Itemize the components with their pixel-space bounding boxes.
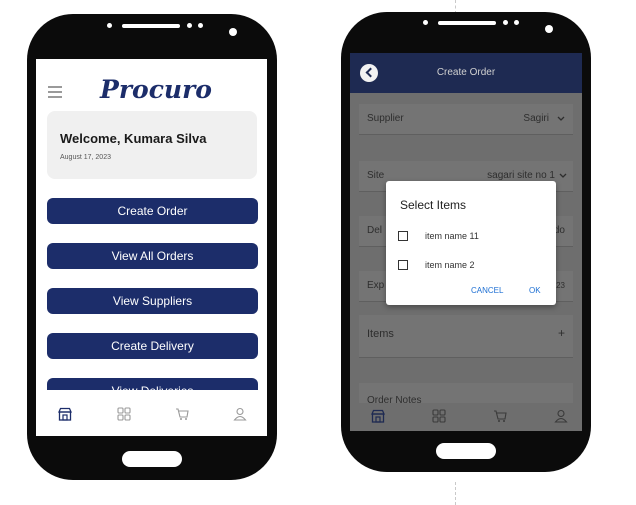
speaker-grille <box>122 24 180 28</box>
item-checkbox[interactable] <box>398 260 408 270</box>
grid-icon[interactable] <box>432 408 446 427</box>
back-arrow-icon[interactable] <box>360 64 378 82</box>
supplier-field[interactable]: Supplier Sagiri <box>359 104 573 135</box>
create-order-screen: Create Order Supplier Sagiri Site sagari… <box>350 53 582 431</box>
ok-button[interactable]: OK <box>529 286 541 295</box>
create-order-button[interactable]: Create Order <box>47 198 258 224</box>
bottom-nav <box>350 403 582 431</box>
item-label: item name 11 <box>425 231 479 241</box>
store-icon[interactable] <box>371 408 385 427</box>
sensor-dot <box>107 23 112 28</box>
cart-icon[interactable] <box>493 408 507 427</box>
cancel-button[interactable]: CANCEL <box>471 286 503 295</box>
sensor-dot <box>514 20 519 25</box>
hardware-home-button[interactable] <box>122 451 182 467</box>
sensor-dot <box>187 23 192 28</box>
items-field[interactable]: Items + <box>359 315 573 358</box>
dialog-item-2[interactable]: item name 2 <box>398 258 475 272</box>
grid-icon[interactable] <box>117 406 131 421</box>
delivery-label: Del <box>367 225 383 236</box>
speaker-grille <box>438 21 496 25</box>
supplier-label: Supplier <box>367 113 404 124</box>
sensor-dot <box>503 20 508 25</box>
select-items-dialog: Select Items item name 11 item name 2 CA… <box>386 181 556 305</box>
hardware-home-button[interactable] <box>436 443 496 459</box>
add-item-icon[interactable]: + <box>558 326 565 340</box>
sensor-dot <box>198 23 203 28</box>
site-label: Site <box>367 170 385 181</box>
phone-frame-home: Procuro Welcome, Kumara Silva August 17,… <box>27 14 277 480</box>
welcome-card: Welcome, Kumara Silva August 17, 2023 <box>47 111 257 179</box>
dialog-item-1[interactable]: item name 11 <box>398 229 479 243</box>
supplier-value: Sagiri <box>523 113 549 124</box>
front-camera <box>545 25 553 33</box>
site-value: sagari site no 1 <box>487 170 555 181</box>
user-icon[interactable] <box>233 406 247 421</box>
welcome-greeting: Welcome, Kumara Silva <box>60 131 207 146</box>
view-suppliers-button[interactable]: View Suppliers <box>47 288 258 314</box>
bottom-nav <box>36 390 267 436</box>
item-checkbox[interactable] <box>398 231 408 241</box>
sensor-dot <box>423 20 428 25</box>
create-delivery-button[interactable]: Create Delivery <box>47 333 258 359</box>
user-icon[interactable] <box>554 408 568 427</box>
home-screen: Procuro Welcome, Kumara Silva August 17,… <box>36 59 267 436</box>
page-title: Create Order <box>436 67 496 78</box>
phone-frame-create-order: Create Order Supplier Sagiri Site sagari… <box>341 12 591 472</box>
dialog-title: Select Items <box>400 198 467 212</box>
chevron-down-icon <box>557 116 565 121</box>
hamburger-menu-icon[interactable] <box>48 86 62 101</box>
view-all-orders-button[interactable]: View All Orders <box>47 243 258 269</box>
store-icon[interactable] <box>58 406 72 421</box>
items-label: Items <box>367 328 394 340</box>
item-label: item name 2 <box>425 260 475 270</box>
app-logo: Procuro <box>100 75 212 104</box>
cart-icon[interactable] <box>175 406 189 420</box>
chevron-down-icon <box>559 173 567 178</box>
expected-label: Exp <box>367 280 385 291</box>
front-camera <box>229 28 237 36</box>
welcome-date: August 17, 2023 <box>60 154 111 161</box>
dashed-divider <box>455 482 456 505</box>
